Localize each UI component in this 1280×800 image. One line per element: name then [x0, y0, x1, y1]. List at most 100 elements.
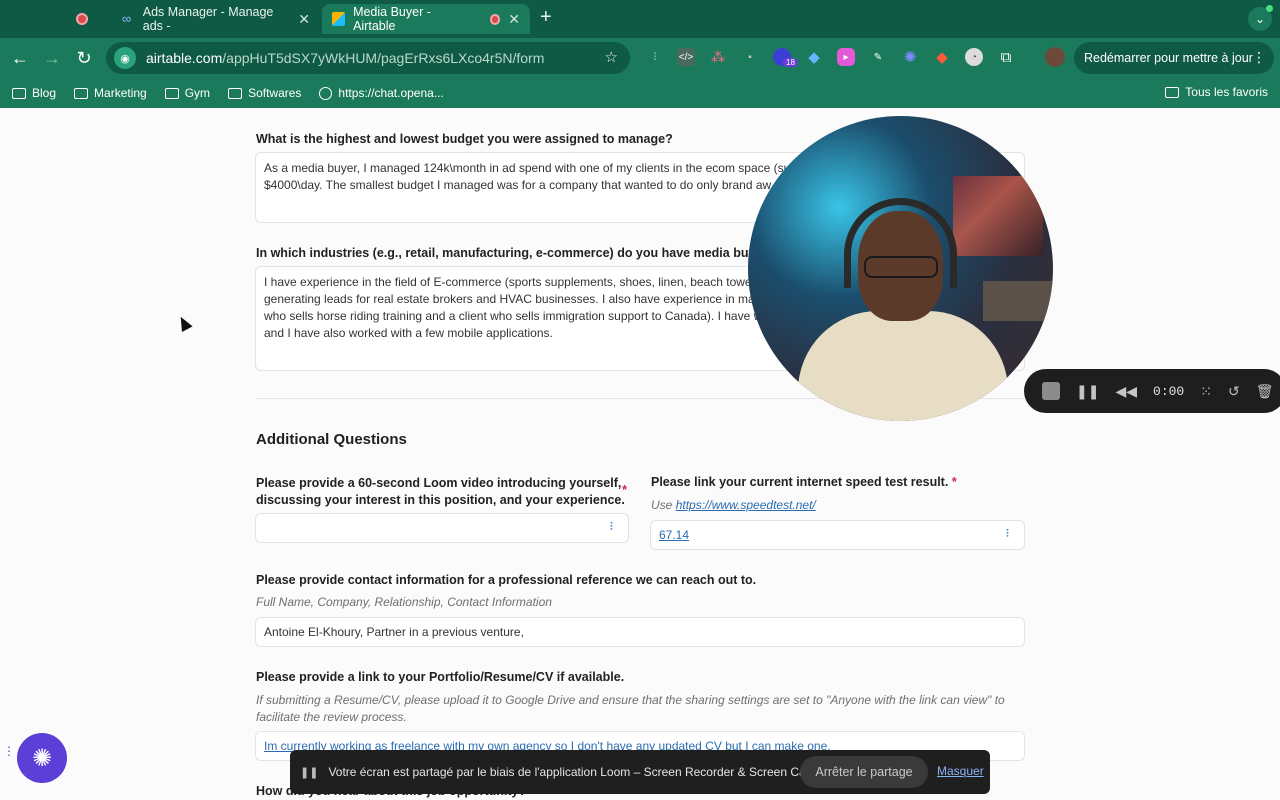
loom-extension-icon[interactable]: ⫶	[646, 48, 664, 66]
close-icon[interactable]: ✕	[508, 11, 520, 28]
form-page: What is the highest and lowest budget yo…	[0, 108, 1280, 800]
speed-test-input[interactable]: 67.14 ⫶	[650, 520, 1025, 550]
tab-recording[interactable]	[76, 4, 96, 34]
all-bookmarks[interactable]: Tous les favoris	[1165, 85, 1268, 99]
extension-icon[interactable]: ▪	[741, 48, 759, 66]
folder-icon	[12, 87, 26, 99]
question-loom: Please provide a 60-second Loom video in…	[256, 475, 625, 509]
loom-insert-icon[interactable]: ⫶	[610, 521, 622, 535]
webcam-bubble[interactable]	[748, 116, 1053, 421]
folder-icon	[228, 87, 243, 99]
chevron-down-icon: ⌄	[1254, 12, 1266, 26]
hide-banner-link[interactable]: Masquer	[937, 764, 984, 778]
star-icon[interactable]: ☆	[605, 48, 618, 66]
bookmark-label: https://chat.opena...	[338, 86, 444, 100]
bookmarks-bar: Blog Marketing Gym Softwares https://cha…	[0, 78, 1280, 108]
hint-line: If submitting a Resume/CV, please upload…	[256, 693, 1005, 707]
reload-button[interactable]: ↻	[72, 46, 96, 70]
reload-icon: ↻	[76, 47, 92, 68]
tab-strip: ∞ Ads Manager - Manage ads - ✕ Media Buy…	[0, 0, 1280, 38]
address-bar[interactable]: ◉ airtable.com/appHuT5dSX7yWkHUM/pagErRx…	[106, 42, 630, 74]
restart-icon[interactable]: ↺	[1228, 383, 1240, 400]
speedtest-link[interactable]: https://www.speedtest.net/	[676, 498, 816, 512]
bookmark-label: Blog	[32, 86, 57, 100]
hint-portfolio: If submitting a Resume/CV, please upload…	[256, 692, 1005, 726]
close-icon[interactable]: ✕	[298, 11, 310, 28]
back-button[interactable]: ←	[8, 46, 32, 70]
recording-controls: ❚❚ ◀◀ 0:00 ⁙ ↺ 🗑	[1024, 369, 1280, 413]
code-extension-icon[interactable]: </>	[677, 48, 695, 66]
video-extension-icon[interactable]: ▸	[837, 48, 855, 66]
hint-speed: Use https://www.speedtest.net/	[651, 498, 816, 512]
grid-icon[interactable]: ⁙	[1200, 383, 1212, 400]
share-message: Votre écran est partagé par le biais de …	[328, 765, 837, 779]
trash-icon[interactable]: 🗑	[1256, 383, 1274, 400]
speed-value[interactable]: 67.14	[659, 528, 689, 542]
tab-media-buyer[interactable]: Media Buyer - Airtable ✕	[322, 4, 530, 34]
question-speed: Please link your current internet speed …	[651, 475, 957, 489]
assistant-fab[interactable]: ✺	[17, 733, 67, 783]
tab-ads-manager[interactable]: ∞ Ads Manager - Manage ads - ✕	[112, 4, 320, 34]
required-asterisk: *	[622, 482, 628, 497]
meta-icon: ∞	[122, 11, 132, 26]
bookmark-label: Marketing	[94, 86, 147, 100]
reference-value: Antoine El-Khoury, Partner in a previous…	[264, 625, 524, 639]
clock-extension-icon[interactable]: ◔	[965, 48, 983, 66]
hint-line: facilitate the review process.	[256, 710, 407, 724]
bookmark-softwares[interactable]: Softwares	[228, 86, 301, 100]
restart-to-update-button[interactable]: Redémarrer pour mettre à jour ⋮	[1074, 42, 1274, 74]
question-line: discussing your interest in this positio…	[256, 493, 625, 507]
avatar[interactable]	[1045, 47, 1065, 67]
section-title: Additional Questions	[256, 431, 407, 448]
stop-icon[interactable]	[1042, 382, 1060, 400]
hint-reference: Full Name, Company, Relationship, Contac…	[256, 595, 552, 609]
airtable-icon	[332, 12, 346, 26]
question-portfolio: Please provide a link to your Portfolio/…	[256, 670, 625, 684]
question-reference: Please provide contact information for a…	[256, 573, 757, 587]
site-info-icon[interactable]: ◉	[114, 47, 136, 69]
pause-icon[interactable]: ❚❚	[1076, 383, 1099, 400]
gear-extension-icon[interactable]: ✺	[901, 48, 919, 66]
tab-title: Ads Manager - Manage ads -	[142, 5, 274, 33]
extension-badge: 18	[783, 58, 798, 67]
glasses	[864, 256, 938, 278]
loom-video-input[interactable]: ⫶	[255, 513, 629, 543]
folder-icon	[164, 87, 179, 99]
pin-extension-icon[interactable]: ◆	[933, 48, 951, 66]
drag-handle[interactable]: ⋮⋮	[3, 745, 27, 768]
bookmark-chatgpt[interactable]: https://chat.opena...	[319, 86, 444, 100]
diamond-extension-icon[interactable]: ◆	[805, 48, 823, 66]
bookmark-marketing[interactable]: Marketing	[74, 86, 147, 100]
url-text: airtable.com/appHuT5dSX7yWkHUM/pagErRxs6…	[146, 50, 545, 66]
required-asterisk: *	[951, 475, 957, 489]
record-icon	[76, 13, 88, 25]
background-poster	[953, 176, 1043, 256]
rewind-icon[interactable]: ◀◀	[1115, 383, 1137, 400]
browser-toolbar: ← → ↻ ◉ airtable.com/appHuT5dSX7yWkHUM/p…	[0, 38, 1280, 78]
reference-input[interactable]: Antoine El-Khoury, Partner in a previous…	[255, 617, 1025, 647]
new-tab-button[interactable]: +	[540, 6, 552, 29]
record-icon	[489, 13, 501, 25]
folder-icon	[74, 87, 89, 99]
openai-icon	[319, 86, 333, 100]
bookmark-blog[interactable]: Blog	[12, 86, 56, 100]
screen-share-banner: ❚❚ Votre écran est partagé par le biais …	[290, 750, 990, 794]
bookmark-label: Gym	[184, 86, 211, 100]
stop-sharing-button[interactable]: Arrêter le partage	[800, 756, 928, 788]
loom-insert-icon[interactable]: ⫶	[1006, 528, 1018, 542]
kebab-menu-icon[interactable]: ⋮	[1252, 49, 1266, 66]
forward-button[interactable]: →	[40, 46, 64, 70]
puzzle-icon[interactable]: ⧉	[997, 48, 1015, 66]
pen-extension-icon[interactable]: ✎	[869, 48, 887, 66]
tab-search-button[interactable]: ⌄	[1248, 5, 1273, 31]
asana-extension-icon[interactable]: ⁂	[709, 48, 727, 66]
forward-icon: →	[43, 47, 61, 68]
all-bookmarks-label: Tous les favoris	[1185, 85, 1268, 99]
pause-icon: ❚❚	[300, 766, 319, 779]
back-icon: ←	[11, 47, 29, 68]
question-industries: In which industries (e.g., retail, manuf…	[256, 246, 792, 260]
bookmark-gym[interactable]: Gym	[164, 86, 211, 100]
folder-icon	[1165, 86, 1180, 98]
question-text: Please link your current internet speed …	[651, 475, 949, 489]
background-shelf	[983, 281, 1053, 321]
